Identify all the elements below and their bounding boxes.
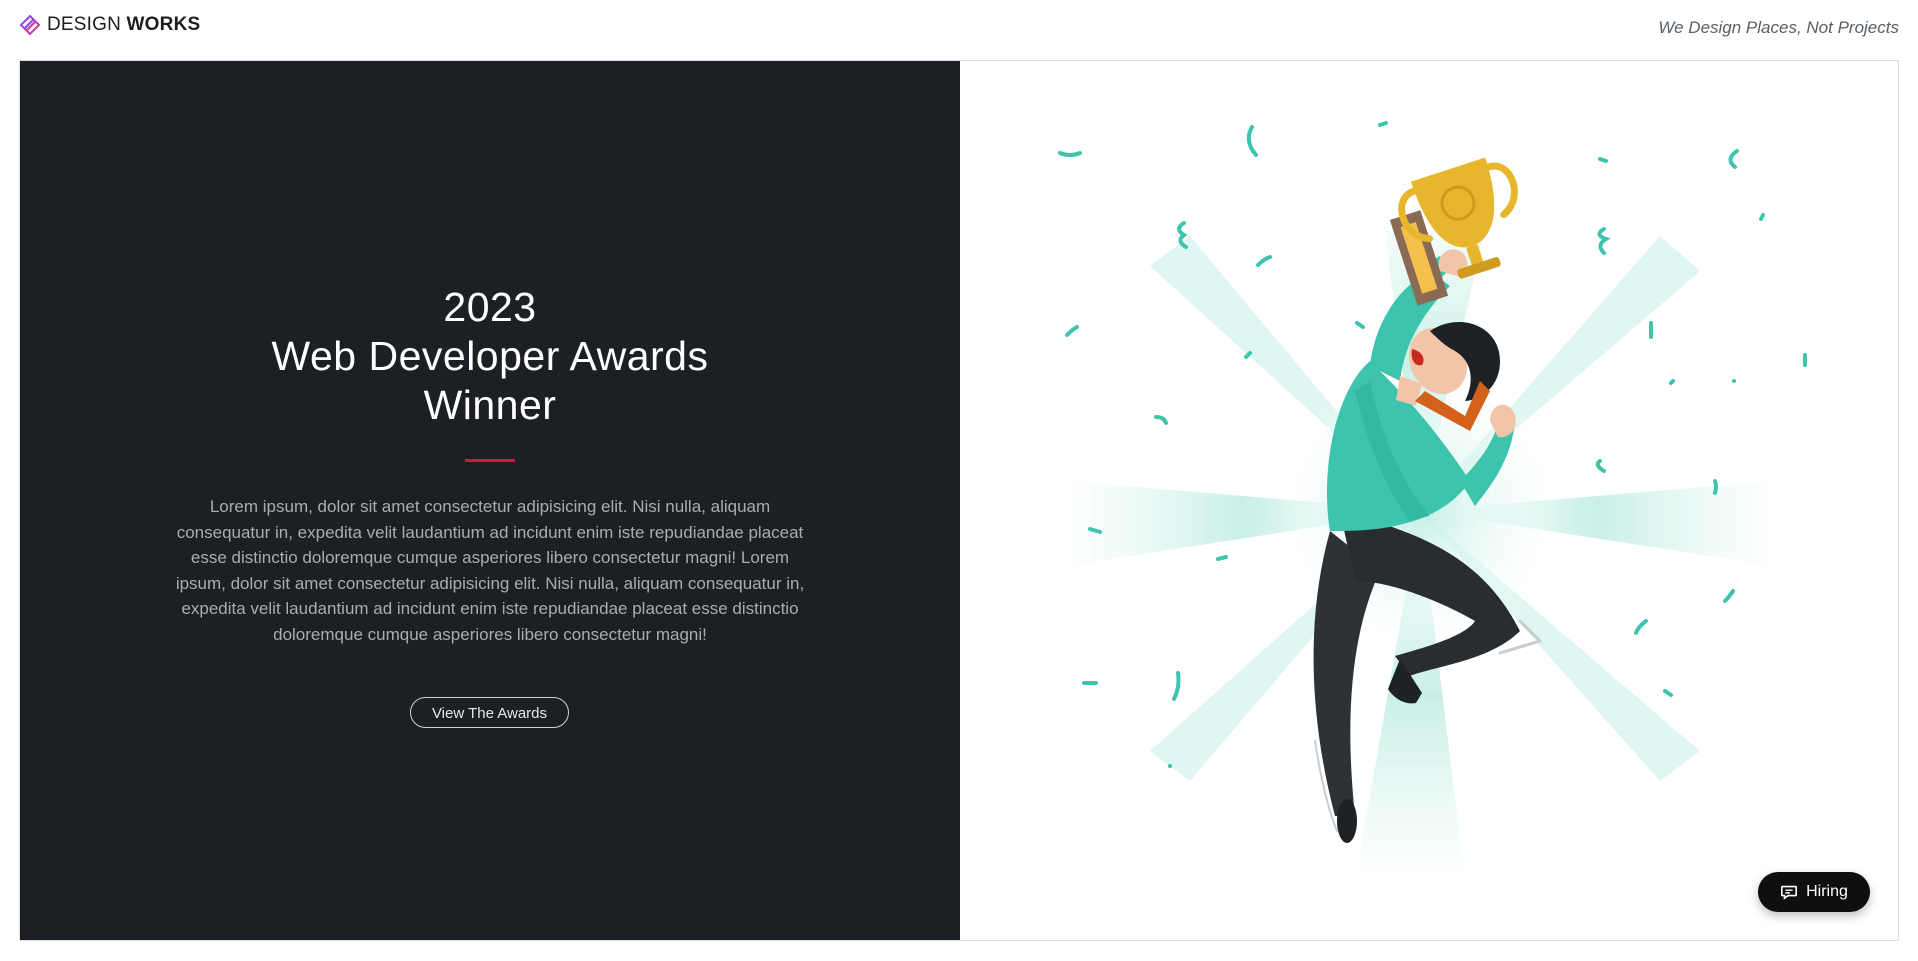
hero-section: 2023 Web Developer Awards Winner Lorem i…	[19, 60, 1899, 941]
page: DESIGN WORKS We Design Places, Not Proje…	[0, 0, 1918, 961]
hero-description: Lorem ipsum, dolor sit amet consectetur …	[175, 497, 805, 644]
brand-wordmark: DESIGN WORKS	[47, 14, 200, 36]
hiring-label: Hiring	[1806, 883, 1848, 900]
site-header: DESIGN WORKS We Design Places, Not Proje…	[0, 0, 1918, 60]
view-awards-button[interactable]: View The Awards	[410, 697, 569, 728]
hero-illustration-panel	[960, 61, 1898, 940]
layered-diamond-logo-icon	[19, 14, 41, 36]
accent-divider	[465, 459, 515, 462]
hero-headline: 2023 Web Developer Awards Winner	[20, 283, 960, 430]
brand-word-light: DESIGN	[47, 14, 122, 35]
headline-year: 2023	[443, 284, 537, 330]
tagline: We Design Places, Not Projects	[1658, 18, 1899, 37]
brand-word-bold: WORKS	[126, 14, 201, 35]
hiring-chat-button[interactable]: Hiring	[1758, 872, 1870, 912]
chat-bubble-icon	[1781, 885, 1798, 900]
headline-award: Web Developer Awards	[271, 333, 709, 379]
hero-text-panel: 2023 Web Developer Awards Winner Lorem i…	[20, 61, 960, 940]
headline-winner: Winner	[423, 382, 557, 428]
brand-logo-link[interactable]: DESIGN WORKS	[19, 13, 200, 37]
man-jumping-with-trophy-illustration	[1058, 121, 1807, 881]
